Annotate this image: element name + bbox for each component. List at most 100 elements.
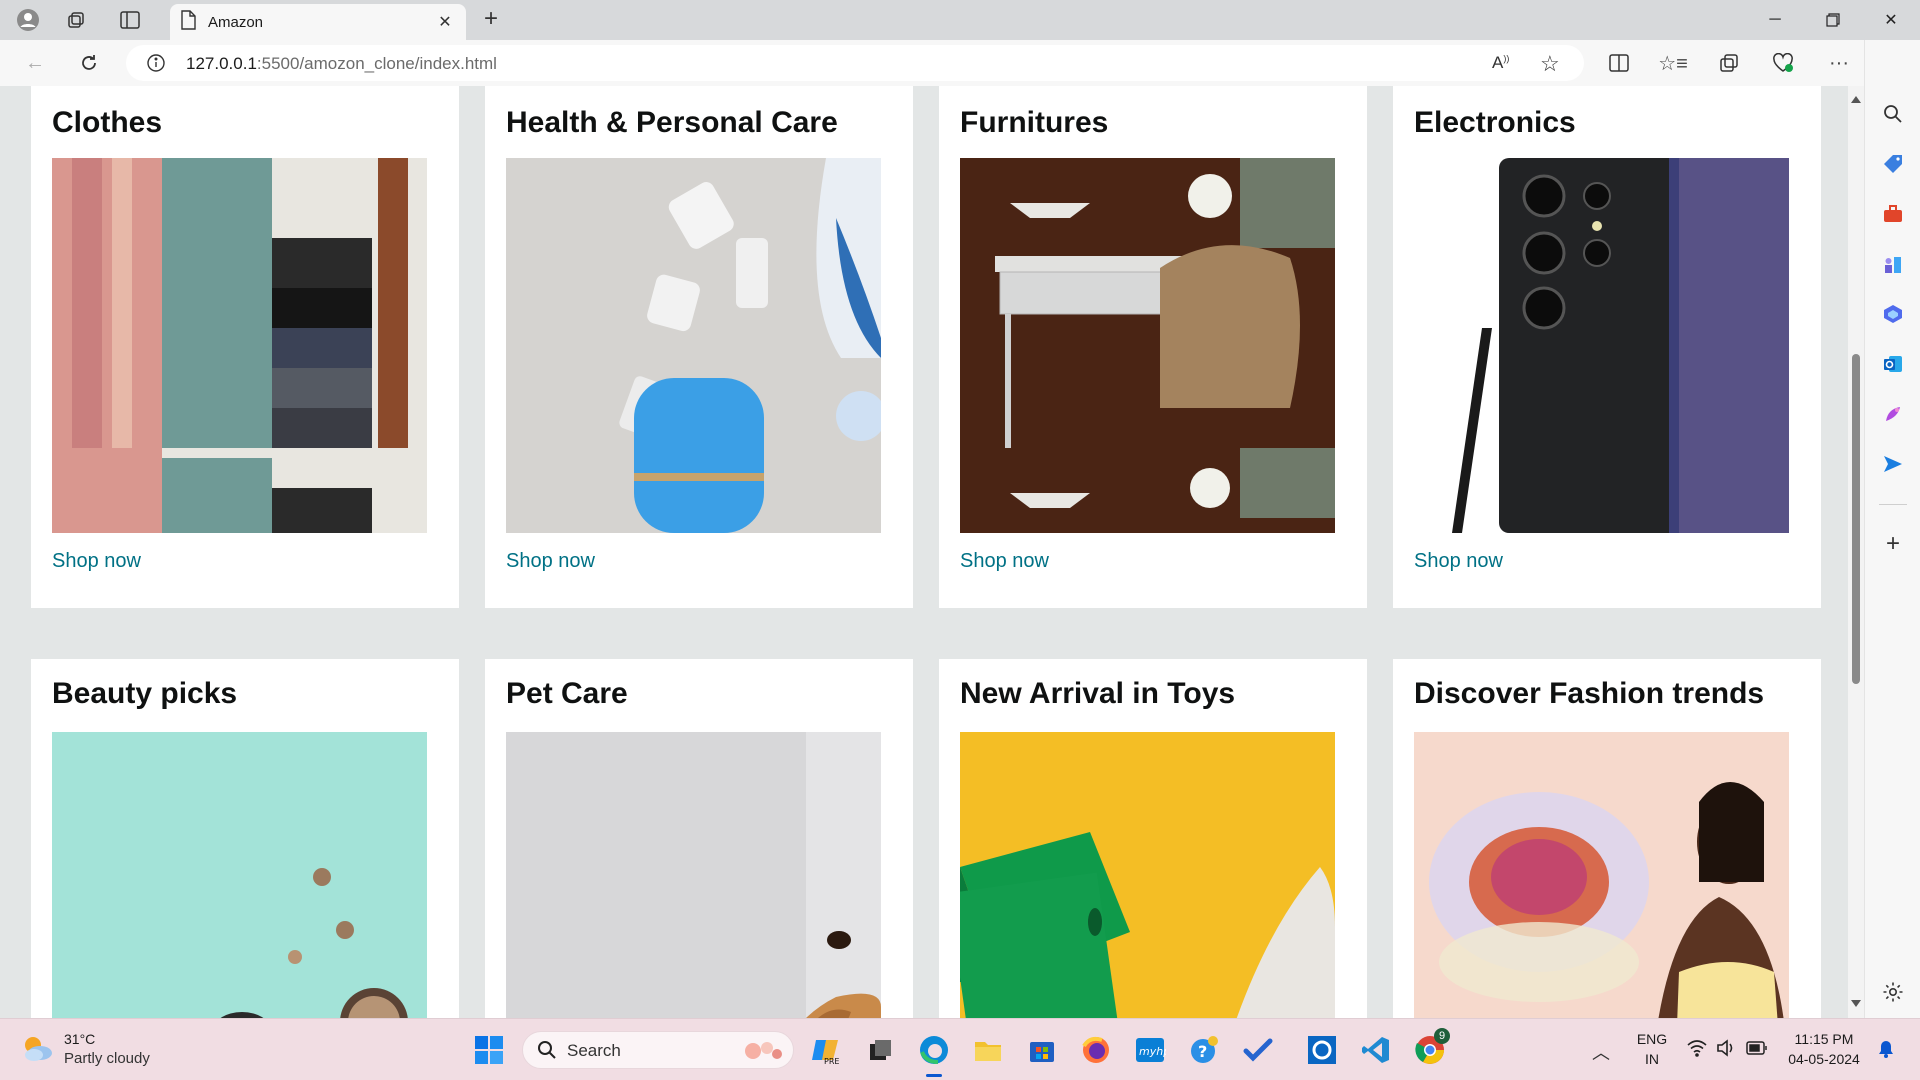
refresh-icon[interactable] <box>72 47 106 79</box>
battery-icon[interactable] <box>1746 1041 1768 1060</box>
read-aloud-icon[interactable]: A)) <box>1492 53 1509 73</box>
taskbar-search-input[interactable]: Search <box>522 1031 794 1069</box>
weather-temperature[interactable]: 31°C <box>64 1031 95 1047</box>
fashion-model-image[interactable] <box>1414 732 1789 1018</box>
favorite-star-icon[interactable]: ☆ <box>1540 51 1560 77</box>
category-card-health: Health & Personal Care Shop now <box>485 86 913 608</box>
page-icon <box>180 9 196 35</box>
windows-taskbar: 31°C Partly cloudy Search PRE myhp ? <box>0 1018 1920 1080</box>
clock-date: 04-05-2024 <box>1788 1051 1860 1067</box>
clock-time: 11:15 PM <box>1794 1031 1854 1047</box>
outlook-icon[interactable] <box>1879 350 1907 378</box>
more-options-icon[interactable]: ··· <box>1822 47 1856 79</box>
edge-browser-icon[interactable] <box>918 1034 950 1077</box>
address-bar[interactable]: 127.0.0.1:5500/amozon_clone/index.html A… <box>126 45 1584 81</box>
shop-now-link[interactable]: Shop now <box>52 550 141 573</box>
category-card-electronics: Electronics Shop now <box>1393 86 1821 608</box>
clock[interactable]: 11:15 PM 04-05-2024 <box>1780 1031 1868 1067</box>
minimize-button[interactable]: ─ <box>1746 0 1804 40</box>
shop-now-link[interactable]: Shop now <box>506 550 595 573</box>
firefox-icon[interactable] <box>1080 1034 1112 1066</box>
page-scrollbar[interactable] <box>1848 86 1864 1018</box>
card-title: Health & Personal Care <box>506 106 838 139</box>
shopping-tag-icon[interactable] <box>1879 150 1907 178</box>
category-card-clothes: Clothes Shop now <box>31 86 459 608</box>
weather-icon[interactable] <box>20 1033 54 1068</box>
split-screen-icon[interactable] <box>1602 47 1636 79</box>
category-card-beauty: Beauty picks <box>31 659 459 1018</box>
region-code: IN <box>1645 1051 1659 1067</box>
help-icon[interactable]: ? <box>1188 1034 1220 1066</box>
tools-icon[interactable] <box>1879 200 1907 228</box>
designer-icon[interactable] <box>1879 400 1907 428</box>
close-window-button[interactable]: ✕ <box>1862 0 1920 40</box>
search-icon <box>537 1040 557 1065</box>
search-icon[interactable] <box>1879 100 1907 128</box>
profile-icon[interactable] <box>12 6 44 34</box>
cortana-icon[interactable] <box>1306 1034 1338 1066</box>
wifi-icon[interactable] <box>1686 1039 1708 1062</box>
restore-button[interactable] <box>1804 0 1862 40</box>
card-title: Electronics <box>1414 106 1576 139</box>
shop-now-link[interactable]: Shop now <box>1414 550 1503 573</box>
start-button[interactable] <box>474 1035 504 1065</box>
url-host: 127.0.0.1 <box>186 54 257 73</box>
clothes-rack-image[interactable] <box>52 158 427 533</box>
language-indicator[interactable]: ENG IN <box>1628 1031 1676 1067</box>
microsoft-365-icon[interactable] <box>1879 300 1907 328</box>
url-path: :5500/amozon_clone/index.html <box>256 54 497 73</box>
favorites-icon[interactable]: ☆≡ <box>1656 47 1690 79</box>
send-icon[interactable] <box>1879 450 1907 478</box>
card-title: Beauty picks <box>52 677 238 710</box>
browser-toolbar: ← 127.0.0.1:5500/amozon_clone/index.html… <box>0 40 1920 86</box>
microsoft-store-icon[interactable] <box>1026 1034 1058 1066</box>
dog-image[interactable] <box>506 732 881 1018</box>
desk-and-chair-image[interactable] <box>960 158 1335 533</box>
notification-bell-icon[interactable] <box>1876 1039 1896 1064</box>
card-title: Clothes <box>52 106 163 139</box>
svg-text:PRE: PRE <box>824 1057 839 1066</box>
volume-icon[interactable] <box>1716 1039 1736 1062</box>
settings-gear-icon[interactable] <box>1879 978 1907 1006</box>
scroll-up-arrow-icon[interactable] <box>1851 96 1861 103</box>
site-info-icon[interactable] <box>146 53 166 78</box>
browser-essentials-icon[interactable] <box>1766 47 1800 79</box>
scroll-down-arrow-icon[interactable] <box>1851 1000 1861 1007</box>
makeup-products-image[interactable] <box>52 732 427 1018</box>
new-tab-button[interactable]: + <box>476 6 506 34</box>
vscode-icon[interactable] <box>1360 1034 1392 1066</box>
games-icon[interactable] <box>1879 250 1907 278</box>
show-hidden-icons-chevron-up-icon[interactable]: ︿ <box>1592 1039 1610 1065</box>
copilot-pre-icon[interactable]: PRE <box>810 1034 842 1066</box>
workspaces-icon[interactable] <box>60 6 92 34</box>
card-title: Discover Fashion trends <box>1414 677 1765 710</box>
vertical-tabs-icon[interactable] <box>114 6 146 34</box>
weather-description[interactable]: Partly cloudy <box>64 1050 150 1067</box>
svg-text:myhp: myhp <box>1139 1045 1166 1058</box>
task-view-icon[interactable] <box>864 1034 896 1066</box>
back-arrow-icon[interactable]: ← <box>18 47 52 79</box>
edge-sidebar: + <box>1864 40 1920 1018</box>
todo-icon[interactable] <box>1242 1034 1274 1066</box>
file-explorer-icon[interactable] <box>972 1034 1004 1066</box>
search-placeholder: Search <box>567 1041 621 1060</box>
chrome-icon[interactable]: 9 <box>1414 1028 1450 1066</box>
myhp-icon[interactable]: myhp <box>1134 1034 1170 1066</box>
toy-block-image[interactable] <box>960 732 1335 1018</box>
url-text: 127.0.0.1:5500/amozon_clone/index.html <box>186 54 497 74</box>
category-card-pet-care: Pet Care <box>485 659 913 1018</box>
add-icon[interactable]: + <box>1879 530 1907 558</box>
card-title: Pet Care <box>506 677 628 710</box>
page-viewport: Clothes Shop now Health & Personal Care … <box>0 86 1848 1018</box>
shop-now-link[interactable]: Shop now <box>960 550 1049 573</box>
tab-amazon[interactable]: Amazon ✕ <box>170 4 466 40</box>
close-tab-icon[interactable]: ✕ <box>434 11 456 33</box>
personal-care-products-image[interactable] <box>506 158 881 533</box>
tab-title: Amazon <box>208 13 264 31</box>
card-title: New Arrival in Toys <box>960 677 1236 710</box>
chrome-badge: 9 <box>1434 1028 1450 1044</box>
scrollbar-thumb[interactable] <box>1852 354 1860 684</box>
collections-icon[interactable] <box>1712 47 1746 79</box>
smartphone-image[interactable] <box>1414 158 1789 533</box>
card-title: Furnitures <box>960 106 1109 139</box>
